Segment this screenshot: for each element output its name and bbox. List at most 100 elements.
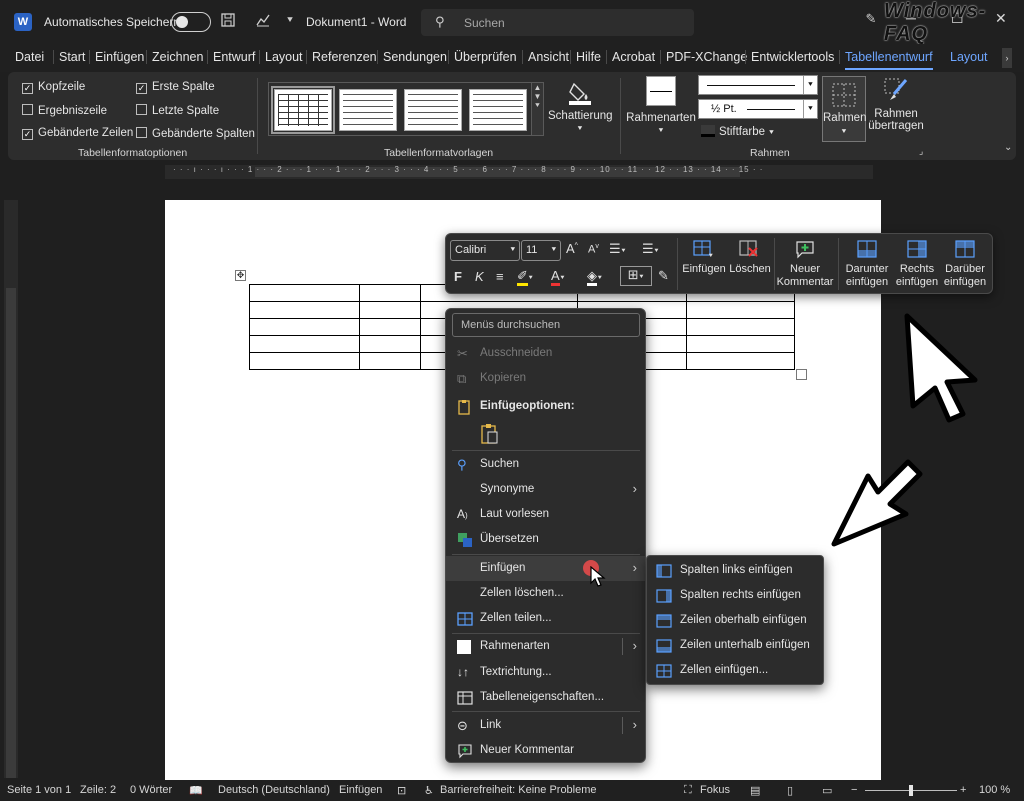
table-style-thumb-1[interactable] [271,86,335,134]
collapse-ribbon-icon[interactable]: ⌄ [1004,142,1012,153]
submenu-item-zeilen-unterhalb[interactable]: Zeilen unterhalb einfügen [647,633,823,658]
table-move-handle-icon[interactable]: ✥ [235,270,246,281]
menu-item-synonyme[interactable]: Synonyme › [446,477,645,502]
checkbox-gebaenderte-zeilen[interactable]: ✓ Gebänderte Zeilen [22,127,133,140]
customize-quickaccess-icon[interactable]: ⯆ [281,12,299,30]
center-align-icon[interactable]: ≡ [496,269,504,284]
table-resize-handle[interactable] [796,369,807,380]
font-size-dropdown[interactable]: 11 ⯆ [521,240,561,261]
tab-entwurf[interactable]: Entwurf [207,50,255,64]
submenu-item-zellen-einfuegen[interactable]: Zellen einfügen... [647,658,823,683]
bullets-icon[interactable]: ☰⯆ [609,241,626,257]
menu-item-ausschneiden[interactable]: ✂ Ausschneiden [446,341,645,366]
status-page[interactable]: Seite 1 von 1 [7,784,71,796]
tab-pdf-xchange[interactable]: PDF-XChange [660,50,747,64]
numbering-icon[interactable]: ☰⯆ [642,241,659,257]
tab-tabellenlayout[interactable]: Layout [950,50,988,64]
menu-item-neuer-kommentar[interactable]: Neuer Kommentar [446,738,645,763]
font-name-dropdown[interactable]: Calibri ⯆ [450,240,520,261]
menu-search-input[interactable]: Menüs durchsuchen [452,313,640,337]
accessibility-icon[interactable]: ♿ [424,784,434,797]
checkbox-kopfzeile[interactable]: ✓ Kopfzeile [22,81,85,94]
insert-below-button[interactable]: Darunter einfügen [842,239,892,289]
status-zoom[interactable]: 100 % [979,784,1010,796]
submenu-item-spalten-rechts[interactable]: Spalten rechts einfügen [647,583,823,608]
menu-item-link[interactable]: ⊝ Link › [446,713,645,738]
menu-item-uebersetzen[interactable]: Übersetzen [446,527,645,552]
search-box[interactable]: ⚲ Suchen [421,9,694,36]
paste-keep-formatting-icon[interactable] [476,421,506,446]
tab-zeichnen[interactable]: Zeichnen [146,50,203,64]
font-color-icon[interactable]: A⯆ [551,268,565,286]
tab-start[interactable]: Start [53,50,85,64]
shading-icon[interactable]: ◈⯆ [587,268,603,286]
grow-font-icon[interactable]: A^ [566,241,578,256]
insert-above-button[interactable]: Darüber einfügen [942,239,988,289]
format-painter-icon[interactable]: ✎ [658,268,669,284]
macro-icon[interactable]: ⊡ [397,784,406,797]
status-focus[interactable]: Fokus [700,784,730,796]
tab-referenzen[interactable]: Referenzen [306,50,377,64]
chart-icon[interactable] [254,12,272,30]
tab-ueberpruefen[interactable]: Überprüfen [448,50,517,64]
menu-item-textrichtung[interactable]: ↓↑ Textrichtung... [446,660,645,685]
shrink-font-icon[interactable]: Av [588,243,599,256]
checkbox-letzte-spalte[interactable]: Letzte Spalte [136,104,219,117]
new-comment-button[interactable]: Neuer Kommentar [776,239,834,289]
status-mode[interactable]: Einfügen [339,784,382,796]
table-style-gallery[interactable] [268,82,532,136]
border-line-style-dropdown[interactable]: ⯆ [698,75,818,95]
borders-button[interactable]: Rahmen ⯆ [822,76,866,142]
menu-item-zellen-teilen[interactable]: Zellen teilen... [446,606,645,631]
tabs-scroll-right[interactable]: › [1002,48,1012,68]
borders-mini-icon[interactable]: ⊞⯆ [620,266,652,286]
submenu-item-zeilen-oberhalb[interactable]: Zeilen oberhalb einfügen [647,608,823,633]
checkbox-erste-spalte[interactable]: ✓ Erste Spalte [136,81,215,94]
border-weight-dropdown[interactable]: ½ Pt. ⯆ [698,99,818,119]
border-painter-button[interactable]: Rahmen übertragen [868,76,924,132]
menu-item-laut-vorlesen[interactable]: A) Laut vorlesen [446,502,645,527]
print-layout-icon[interactable]: ▯ [787,784,793,797]
menu-item-rahmenarten[interactable]: Rahmenarten › [446,634,645,659]
autosave-toggle[interactable] [171,12,211,32]
horizontal-ruler[interactable]: · · · ı · · · ı · · · 1 · · · 2 · · · 1 … [165,165,873,179]
read-mode-icon[interactable]: ▤ [750,784,760,797]
checkbox-ergebniszeile[interactable]: Ergebniszeile [22,104,107,117]
bold-icon[interactable]: F [454,269,462,284]
table-style-thumb-4[interactable] [469,89,527,131]
shading-button[interactable]: Schattierung ⯆ [548,78,613,134]
table-style-thumb-3[interactable] [404,89,462,131]
border-styles-button[interactable]: Rahmenarten ⯆ [626,76,696,136]
submenu-item-spalten-links[interactable]: Spalten links einfügen [647,558,823,583]
tab-layout[interactable]: Layout [259,50,303,64]
vertical-ruler[interactable] [4,200,18,778]
tab-sendungen[interactable]: Sendungen [377,50,447,64]
tab-hilfe[interactable]: Hilfe [570,50,601,64]
gallery-scroll[interactable]: ▲ ▼ ⯆ [531,82,544,136]
save-icon[interactable] [219,12,237,30]
status-words[interactable]: 0 Wörter [130,784,172,796]
zoom-in-icon[interactable]: + [960,784,966,796]
web-layout-icon[interactable]: ▭ [822,784,832,797]
table-style-thumb-2[interactable] [339,89,397,131]
highlight-icon[interactable]: ✐⯆ [517,268,534,286]
tab-datei[interactable]: Datei [15,50,44,64]
pen-color-button[interactable]: Stiftfarbe ⯆ [701,125,775,138]
zoom-slider-thumb[interactable] [909,785,913,796]
tab-acrobat[interactable]: Acrobat [606,50,655,64]
checkbox-gebaenderte-spalten[interactable]: Gebänderte Spalten [136,127,255,140]
tab-entwicklertools[interactable]: Entwicklertools [745,50,834,64]
delete-button[interactable]: Löschen [728,239,772,276]
status-accessibility[interactable]: Barrierefreiheit: Keine Probleme [440,784,597,796]
menu-item-einfuegen[interactable]: Einfügen › [446,556,645,581]
zoom-out-icon[interactable]: − [851,784,857,796]
focus-icon[interactable]: ⛶ [684,784,692,797]
insert-right-button[interactable]: Rechts einfügen [894,239,940,289]
italic-icon[interactable]: K [475,269,484,284]
tab-ansicht[interactable]: Ansicht [522,50,569,64]
tab-einfuegen[interactable]: Einfügen [89,50,144,64]
menu-item-tabelleneigenschaften[interactable]: Tabelleneigenschaften... [446,685,645,710]
insert-button[interactable]: ⯆ Einfügen [680,239,728,276]
tab-tabellenentwurf[interactable]: Tabellenentwurf [839,50,933,70]
spelling-icon[interactable]: 📖 [189,784,203,797]
